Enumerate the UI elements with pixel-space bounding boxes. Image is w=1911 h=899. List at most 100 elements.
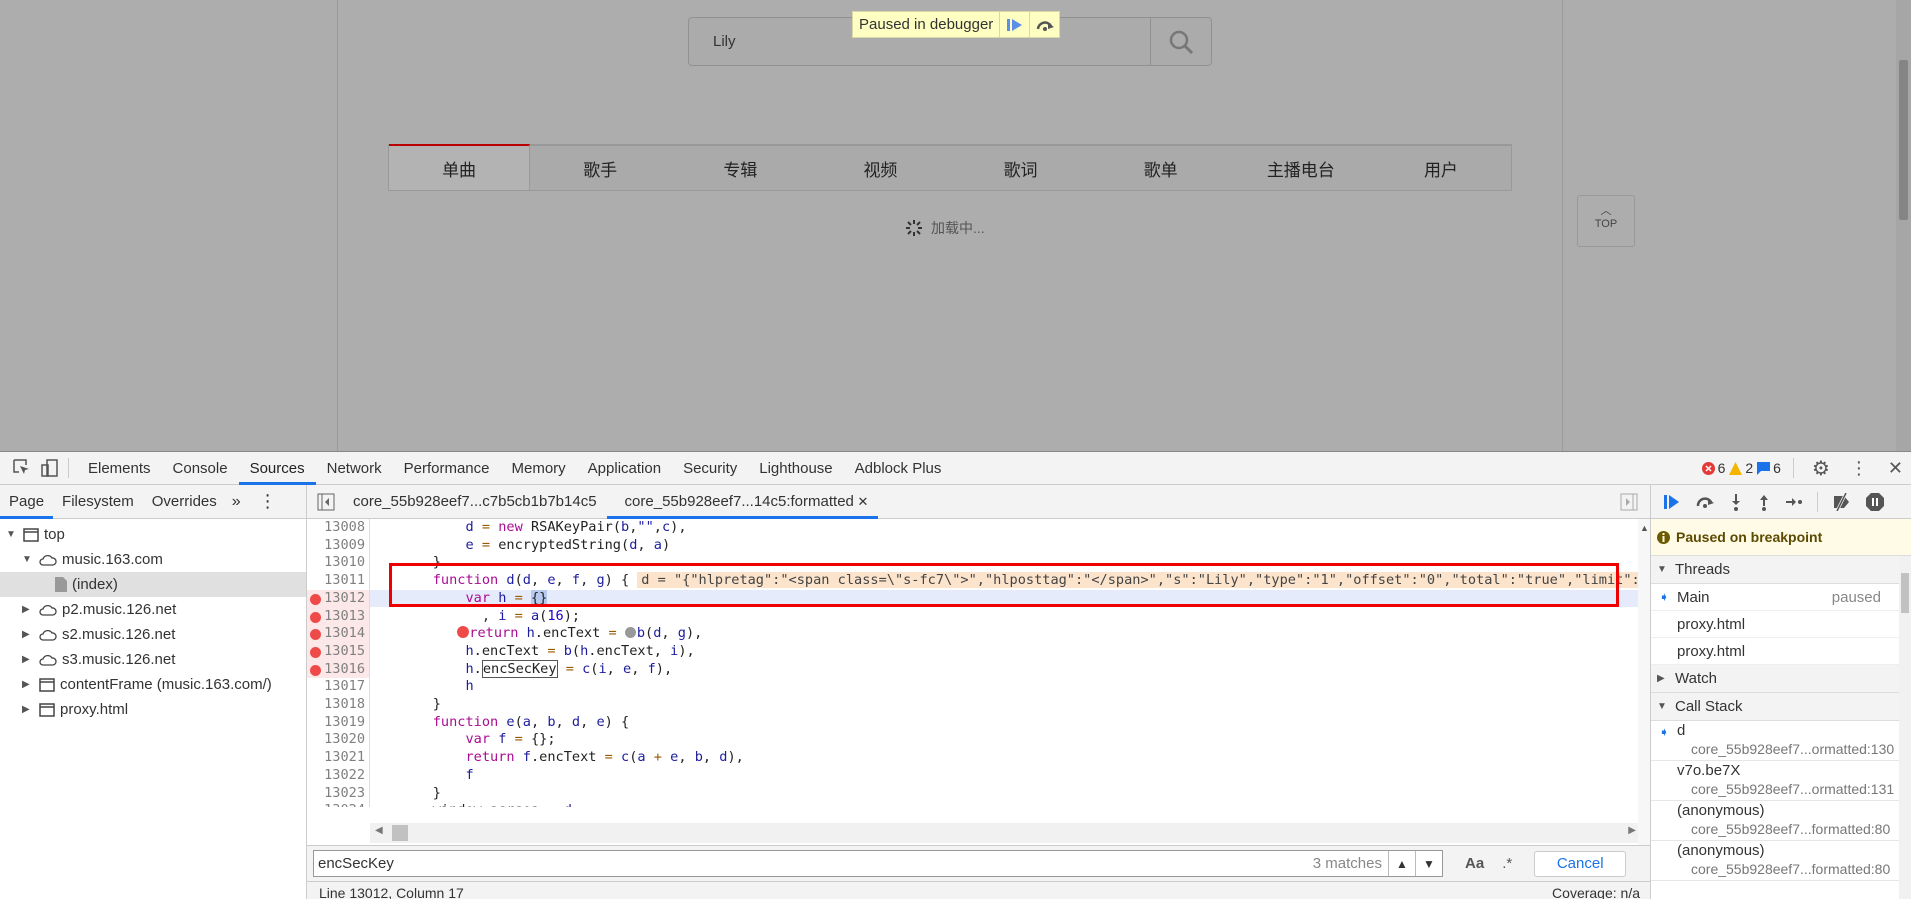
code-line[interactable]: 13011 function d(d, e, f, g) {d = "{"hlp… [307, 572, 1650, 590]
tree-item[interactable]: ▶ proxy.html [0, 697, 306, 722]
code-line[interactable]: 13024 window.asrsea = d, [307, 802, 1650, 807]
tree-item[interactable]: ▶ contentFrame (music.163.com/) [0, 672, 306, 697]
step-into-icon[interactable] [1729, 493, 1743, 511]
tab-4[interactable]: 歌词 [951, 146, 1091, 190]
file-tab[interactable]: core_55b928eef7...14c5:formatted ✕ [606, 485, 879, 519]
line-number[interactable]: 13020 [307, 731, 370, 750]
previous-match-button[interactable]: ▲ [1388, 851, 1415, 876]
resume-button[interactable] [999, 12, 1029, 37]
device-toolbar-icon[interactable] [40, 458, 60, 478]
line-number[interactable]: 13023 [307, 784, 370, 803]
threads-section-header[interactable]: ▼ Threads [1651, 556, 1911, 584]
line-number[interactable]: 13013 [307, 607, 370, 626]
line-number[interactable]: 13021 [307, 749, 370, 767]
match-case-button[interactable]: Aa [1465, 855, 1484, 872]
thread-item[interactable]: proxy.html [1651, 611, 1911, 638]
toggle-debugger-icon[interactable] [1620, 493, 1638, 511]
line-number[interactable]: 13014 [307, 625, 370, 643]
sidebar-scrollbar[interactable] [1899, 556, 1911, 899]
code-line[interactable]: 13019 function e(a, b, d, e) { [307, 713, 1650, 732]
message-count[interactable]: 6 [1757, 460, 1781, 476]
navigator-tab-overrides[interactable]: Overrides [143, 485, 226, 519]
step-over-icon[interactable] [1695, 493, 1715, 511]
tab-network[interactable]: Network [316, 452, 393, 485]
call-frame[interactable]: ➧ d core_55b928eef7...ormatted:130 [1651, 721, 1911, 761]
find-input[interactable]: encSecKey [314, 855, 1313, 872]
call-frame[interactable]: v7o.be7X core_55b928eef7...ormatted:131 [1651, 761, 1911, 801]
settings-gear-icon[interactable]: ⚙ [1812, 456, 1830, 481]
tab-2[interactable]: 专辑 [670, 146, 810, 190]
code-line[interactable]: 13018 } [307, 696, 1650, 714]
collapsed-triangle-icon[interactable]: ▶ [22, 654, 34, 665]
tab-lighthouse[interactable]: Lighthouse [748, 452, 843, 485]
tab-adblock-plus[interactable]: Adblock Plus [844, 452, 953, 485]
line-number[interactable]: 13008 [307, 519, 370, 537]
line-number[interactable]: 13016 [307, 660, 370, 679]
code-line[interactable]: 13015 h.encText = b(h.encText, i), [307, 642, 1650, 661]
navigator-tab-filesystem[interactable]: Filesystem [53, 485, 143, 519]
code-line[interactable]: 13009 e = encryptedString(d, a) [307, 536, 1650, 555]
page-scrollbar[interactable] [1896, 0, 1911, 451]
collapsed-triangle-icon[interactable]: ▶ [22, 604, 34, 615]
line-number[interactable]: 13022 [307, 766, 370, 785]
tab-memory[interactable]: Memory [501, 452, 577, 485]
code-line[interactable]: 13023 } [307, 784, 1650, 803]
file-tab[interactable]: core_55b928eef7...c7b5cb1b7b14c5 [335, 485, 607, 519]
vertical-scrollbar[interactable]: ▲ [1638, 519, 1650, 845]
expanded-triangle-icon[interactable]: ▼ [6, 529, 18, 540]
code-line[interactable]: 13022 f [307, 766, 1650, 785]
step-out-icon[interactable] [1757, 493, 1771, 511]
line-number[interactable]: 13010 [307, 554, 370, 573]
watch-section-header[interactable]: ▶ Watch [1651, 665, 1911, 693]
more-options-icon[interactable]: ⋮ [1850, 458, 1868, 479]
code-line[interactable]: 13021 return f.encText = c(a + e, b, d), [307, 749, 1650, 767]
navigator-tab-page[interactable]: Page [0, 485, 54, 519]
next-match-button[interactable]: ▼ [1415, 851, 1442, 876]
step-icon[interactable] [1785, 495, 1803, 509]
deactivate-breakpoints-icon[interactable] [1832, 492, 1852, 511]
resume-icon[interactable] [1663, 493, 1681, 511]
code-line[interactable]: 13016 h.encSecKey = c(i, e, f), [307, 659, 1650, 679]
tab-5[interactable]: 歌单 [1091, 146, 1231, 190]
collapsed-triangle-icon[interactable]: ▶ [22, 629, 34, 640]
thread-item[interactable]: ➧ Main paused [1651, 584, 1911, 611]
tab-sources[interactable]: Sources [238, 452, 316, 485]
breakpoint-marker-icon[interactable] [457, 626, 470, 639]
code-line[interactable]: 13017 h [307, 678, 1650, 696]
tab-6[interactable]: 主播电台 [1231, 146, 1371, 190]
code-line[interactable]: 13008 d = new RSAKeyPair(b,"",c), [307, 519, 1650, 537]
tree-item[interactable]: (index) [0, 572, 306, 597]
close-devtools-icon[interactable]: ✕ [1888, 458, 1903, 479]
tab-application[interactable]: Application [577, 452, 672, 485]
call-frame[interactable]: (anonymous) core_55b928eef7...formatted:8… [1651, 801, 1911, 841]
search-button[interactable] [1150, 18, 1211, 65]
line-number[interactable]: 13024 [307, 802, 370, 807]
code-line[interactable]: 13012 var h = {} [307, 589, 1650, 608]
error-count[interactable]: 6 [1701, 460, 1725, 476]
line-number[interactable]: 13012 [307, 589, 370, 608]
tab-7[interactable]: 用户 [1371, 146, 1511, 190]
navigator-menu-icon[interactable]: ⋮ [259, 491, 277, 512]
tree-item[interactable]: ▶ s2.music.126.net [0, 622, 306, 647]
line-number[interactable]: 13018 [307, 696, 370, 714]
code-line[interactable]: 13013 , i = a(16); [307, 607, 1650, 626]
code-line[interactable]: 13014 return h.encText = b(d, g), [307, 625, 1650, 643]
back-to-top-button[interactable]: ︿ TOP [1577, 195, 1635, 247]
tab-1[interactable]: 歌手 [530, 146, 670, 190]
horizontal-scrollbar[interactable]: ◀ ▶ [370, 823, 1640, 843]
line-number[interactable]: 13019 [307, 713, 370, 732]
tab-performance[interactable]: Performance [393, 452, 501, 485]
code-line[interactable]: 13020 var f = {}; [307, 731, 1650, 750]
tab-3[interactable]: 视频 [810, 146, 950, 190]
tab-security[interactable]: Security [672, 452, 748, 485]
close-tab-icon[interactable]: ✕ [854, 494, 869, 509]
line-number[interactable]: 13011 [307, 572, 370, 590]
more-tabs-icon[interactable]: » [232, 493, 241, 511]
find-input-box[interactable]: encSecKey 3 matches ▲ ▼ [313, 850, 1443, 877]
pause-on-exceptions-icon[interactable] [1866, 492, 1884, 511]
tree-item[interactable]: ▼ music.163.com [0, 547, 306, 572]
tab-elements[interactable]: Elements [77, 452, 162, 485]
tab-console[interactable]: Console [162, 452, 239, 485]
tree-item[interactable]: ▶ p2.music.126.net [0, 597, 306, 622]
code-line[interactable]: 13010 } [307, 554, 1650, 573]
